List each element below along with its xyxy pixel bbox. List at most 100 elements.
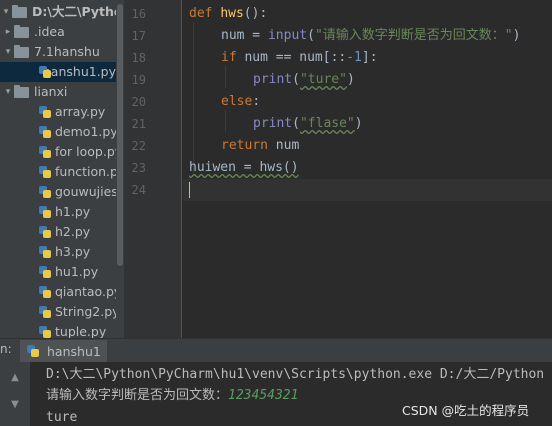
line-number: 21 — [131, 117, 146, 131]
tab-label: hanshu1 — [47, 343, 101, 359]
stop-icon[interactable]: ▼ — [9, 399, 21, 411]
line-number: 17 — [131, 29, 146, 43]
python-file-icon — [38, 305, 52, 319]
scrollbar-thumb[interactable] — [117, 4, 123, 266]
run-panel-header: n: hanshu1 — [0, 338, 552, 362]
tree-item-demo1-py[interactable]: demo1.py — [38, 122, 118, 142]
tree-item-label: hu1.py — [55, 264, 99, 279]
tree-item-h2-py[interactable]: h2.py — [38, 222, 90, 242]
code-token: num == num[:: — [236, 50, 347, 65]
tree-item-qiantao-py[interactable]: qiantao.py — [38, 282, 121, 302]
project-tree[interactable]: ▾ D:\大二\Python\P ▸ .idea ▾ 7.1hanshu han… — [0, 0, 124, 338]
code-line-23[interactable]: huiwen = hws() — [189, 157, 299, 179]
code-token: -1 — [346, 50, 362, 65]
code-line-18[interactable]: if num == num[::-1]: — [221, 47, 378, 69]
code-token: print — [253, 116, 293, 131]
tree-item-7-1hanshu[interactable]: ▾ 7.1hanshu — [2, 42, 100, 62]
tree-item-tuple-py[interactable]: tuple.py — [38, 322, 106, 338]
code-token: ) — [512, 28, 521, 43]
line-number: 23 — [131, 161, 146, 175]
tree-item-label: demo1.py — [55, 124, 118, 139]
line-number: 19 — [131, 73, 146, 87]
tree-item-h3-py[interactable]: h3.py — [38, 242, 90, 262]
tree-item-label: array.py — [55, 104, 106, 119]
tree-item-label: h3.py — [55, 244, 91, 259]
code-token: ) — [346, 72, 355, 87]
tree-root[interactable]: ▾ D:\大二\Python\P — [0, 2, 124, 22]
python-file-icon — [38, 125, 52, 139]
tree-item-label: hanshu1.py — [42, 64, 116, 79]
console-result: ture — [46, 410, 78, 425]
code-token: hws — [220, 6, 244, 21]
python-file-icon — [38, 65, 51, 79]
code-line-21[interactable]: print("flase") — [253, 113, 363, 135]
text-caret — [189, 182, 190, 198]
rerun-icon[interactable]: ▲ — [9, 372, 21, 384]
code-token: num = — [221, 28, 268, 43]
code-token: ( — [292, 116, 300, 131]
code-token: num — [267, 138, 300, 153]
folder-icon — [14, 44, 29, 58]
code-token: "请输入数字判断是否为回文数：" — [314, 28, 513, 43]
tab-hanshu1[interactable]: hanshu1 — [20, 340, 107, 362]
tree-scrollbar[interactable] — [116, 0, 124, 338]
tree-item-hu1-py[interactable]: hu1.py — [38, 262, 98, 282]
indent-guide — [193, 22, 194, 176]
code-token: ( — [292, 72, 300, 87]
chevron-down-icon[interactable]: ▾ — [2, 42, 14, 62]
code-token: : — [252, 94, 261, 109]
python-file-icon — [38, 245, 52, 259]
tree-item-label: h2.py — [55, 224, 91, 239]
tree-item-h1-py[interactable]: h1.py — [38, 202, 90, 222]
code-token: (): — [243, 6, 268, 21]
folder-icon — [12, 4, 27, 18]
tree-item-for-loop-py[interactable]: for loop.py — [38, 142, 122, 162]
tree-item-idea[interactable]: ▸ .idea — [2, 22, 65, 42]
watermark: CSDN @吃土的程序员 — [402, 403, 530, 418]
tree-item-label: h1.py — [55, 204, 91, 219]
code-editor[interactable]: def hws(): num = input("请输入数字判断是否为回文数：")… — [183, 0, 552, 338]
chevron-down-icon[interactable]: ▾ — [2, 82, 14, 102]
code-line-20[interactable]: else: — [221, 91, 260, 113]
code-line-19[interactable]: print("ture") — [253, 69, 355, 91]
tree-item-label: for loop.py — [55, 144, 123, 159]
line-number: 24 — [131, 183, 146, 197]
code-line-16[interactable]: def hws(): — [189, 3, 267, 25]
python-file-icon — [38, 325, 52, 338]
console-prompt-line: 请输入数字判断是否为回文数：123454321 — [46, 385, 298, 407]
code-token: input — [267, 28, 308, 43]
tree-item-function-py[interactable]: function.py — [38, 162, 124, 182]
chevron-right-icon[interactable]: ▸ — [2, 22, 14, 42]
line-number: 22 — [131, 139, 146, 153]
tree-item-lianxi[interactable]: ▾ lianxi — [2, 82, 68, 102]
code-token: def — [189, 6, 213, 21]
code-token: else — [221, 94, 253, 109]
indent-guide — [225, 110, 226, 132]
folder-icon — [14, 84, 29, 98]
run-toolbar: ▲ ▼ — [0, 362, 30, 426]
code-line-17[interactable]: num = input("请输入数字判断是否为回文数：") — [221, 25, 520, 47]
code-token: print — [253, 72, 293, 87]
tree-item-label: lianxi — [34, 84, 68, 99]
line-number: 16 — [131, 7, 146, 21]
indent-guide — [225, 66, 226, 88]
console-command: D:\大二\Python\PyCharm\hu1\venv\Scripts\py… — [46, 367, 545, 382]
python-file-icon — [38, 205, 52, 219]
tree-item-label: gouwujiesua — [55, 184, 124, 199]
code-token: if — [221, 50, 237, 65]
code-token: "flase" — [299, 116, 355, 131]
code-token: "ture" — [299, 72, 347, 87]
chevron-down-icon[interactable]: ▾ — [0, 2, 12, 22]
tree-item-hanshu1-py[interactable]: hanshu1.py — [0, 62, 116, 82]
tree-item-array-py[interactable]: array.py — [38, 102, 105, 122]
tree-item-string2-py[interactable]: String2.py — [38, 302, 120, 322]
code-line-22[interactable]: return num — [221, 135, 299, 157]
python-file-icon — [38, 105, 52, 119]
tree-item-gouwujiesua[interactable]: gouwujiesua — [38, 182, 124, 202]
tree-item-label: 7.1hanshu — [34, 44, 100, 59]
tree-item-label: tuple.py — [55, 324, 107, 338]
python-file-icon — [38, 165, 52, 179]
tree-item-label: String2.py — [55, 304, 120, 319]
editor-gutter: 16 17 18 19 20 21 22 23 24 — [124, 0, 182, 338]
run-label: n: — [0, 342, 12, 356]
